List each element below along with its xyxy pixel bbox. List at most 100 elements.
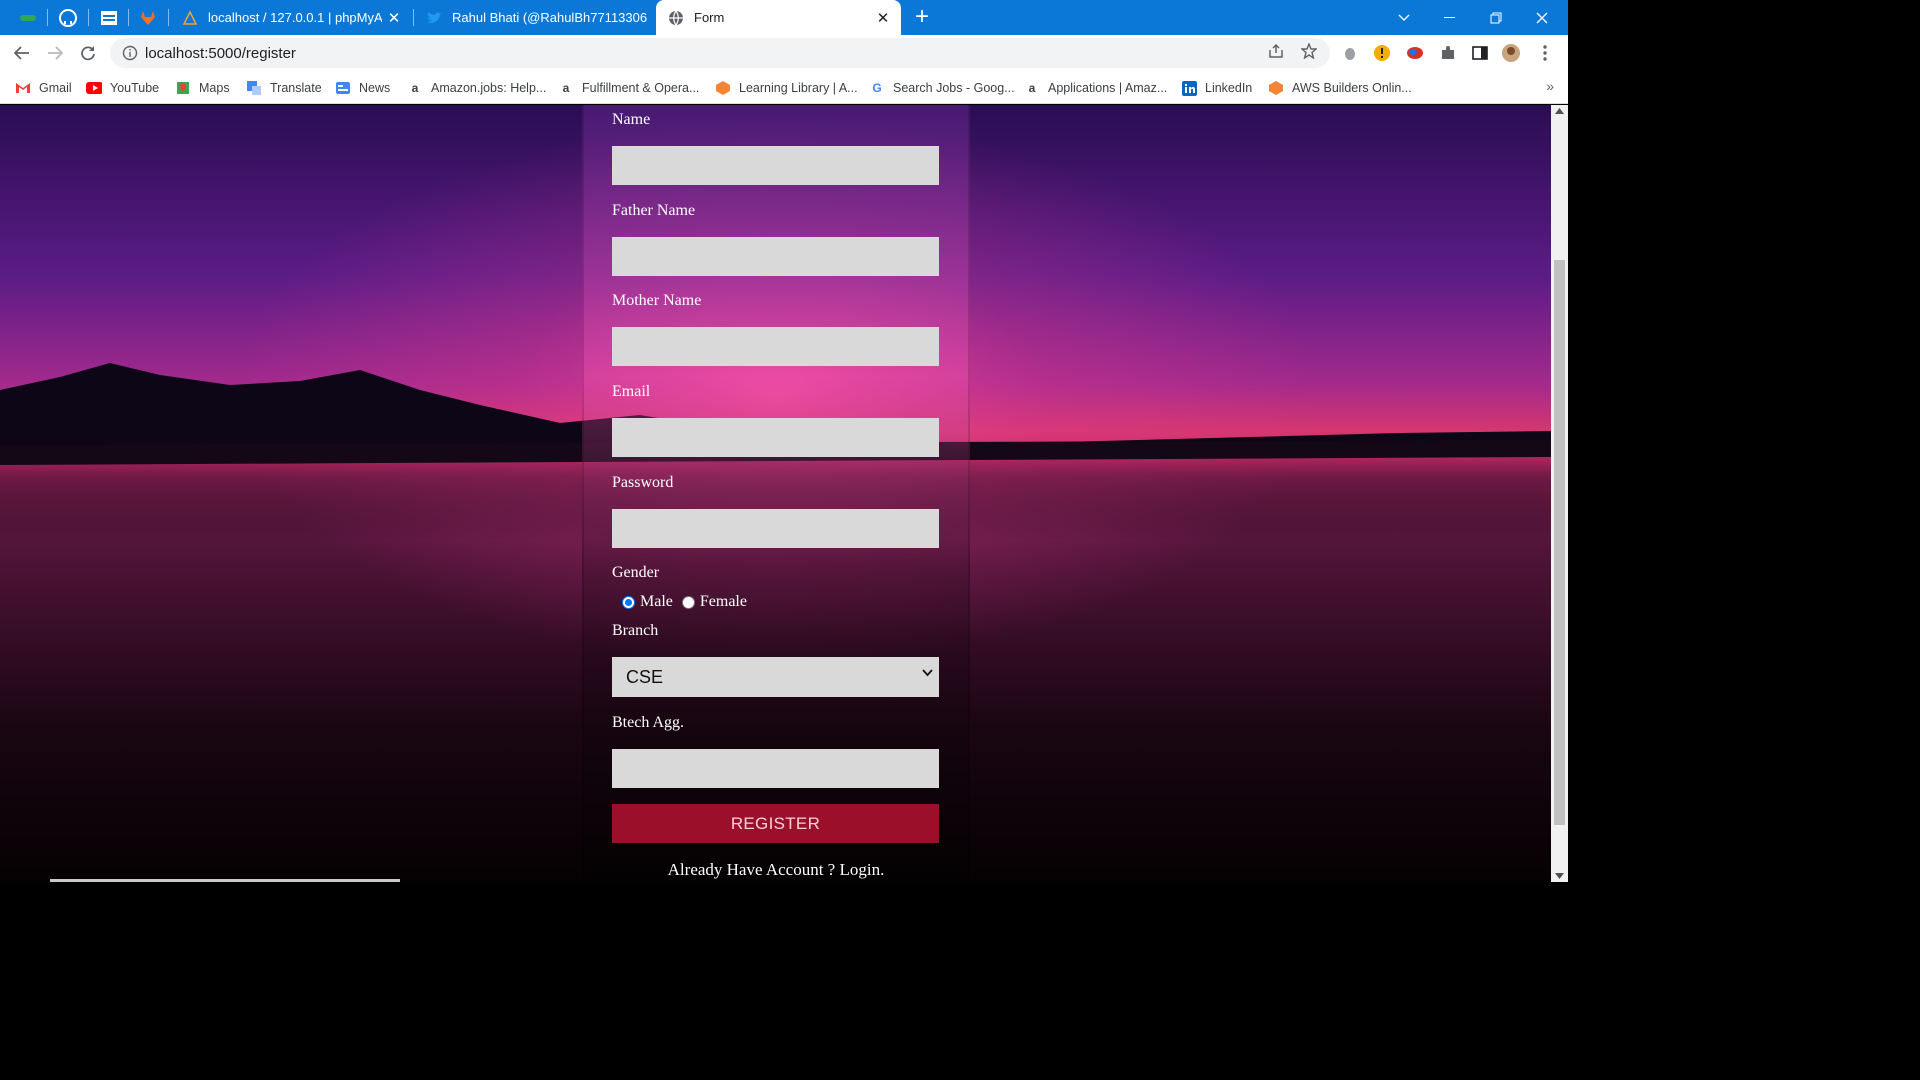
bookmark-linkedin[interactable]: LinkedIn: [1181, 78, 1252, 98]
branch-select[interactable]: CSE: [612, 657, 939, 697]
gender-male-radio[interactable]: [622, 595, 635, 609]
register-form: Name Father Name Mother Name Email Passw…: [582, 105, 970, 882]
bookmark-label: AWS Builders Onlin...: [1292, 81, 1412, 95]
extension-brain-icon[interactable]: [1401, 39, 1429, 67]
reload-icon[interactable]: [74, 39, 102, 67]
name-label: Name: [612, 111, 651, 128]
bookmark-news[interactable]: News: [335, 78, 390, 98]
minimize-icon[interactable]: [1427, 0, 1473, 35]
bookmark-label: Applications | Amaz...: [1048, 81, 1168, 95]
password-label: Password: [612, 474, 674, 491]
branch-selected-value: CSE: [626, 666, 664, 687]
share-icon[interactable]: [1266, 43, 1286, 63]
bookmark-label: YouTube: [110, 81, 160, 95]
gender-female-radio[interactable]: [681, 595, 695, 609]
scroll-up-arrow-icon[interactable]: [1555, 108, 1564, 114]
horizontal-scroll-indicator: [50, 879, 400, 882]
amazon-icon: a: [1028, 81, 1036, 95]
bookmarks-overflow-icon[interactable]: »: [1546, 78, 1554, 94]
bookmark-label: Fulfillment & Opera...: [582, 81, 700, 95]
amazon-icon: a: [411, 81, 419, 95]
email-label: Email: [612, 383, 651, 400]
bookmark-translate[interactable]: Translate: [246, 78, 322, 98]
gitlab-icon: [141, 10, 155, 25]
extension-bug-icon[interactable]: [1336, 39, 1364, 67]
tab-title: localhost / 127.0.0.1 | phpMyAdmin: [208, 10, 382, 25]
gender-female-label: Female: [699, 593, 747, 610]
close-window-icon[interactable]: [1519, 0, 1565, 35]
vertical-scrollbar[interactable]: [1551, 105, 1568, 882]
bookmark-label: Maps: [199, 81, 230, 95]
pinned-tab-github[interactable]: [48, 0, 88, 35]
close-tab-icon[interactable]: ✕: [871, 9, 895, 27]
bookmark-amazon-jobs[interactable]: a Amazon.jobs: Help...: [407, 78, 547, 98]
bookmark-star-icon[interactable]: [1299, 42, 1319, 63]
tab-phpmyadmin[interactable]: localhost / 127.0.0.1 | phpMyAdmin ✕: [170, 0, 412, 35]
register-button[interactable]: REGISTER: [612, 804, 939, 843]
scrollbar-thumb[interactable]: [1554, 260, 1565, 825]
btech-agg-input[interactable]: [612, 749, 939, 788]
aws-icon: [1268, 80, 1284, 96]
news-icon: [335, 80, 351, 96]
gender-label: Gender: [612, 564, 660, 581]
bookmark-label: Translate: [270, 81, 322, 95]
tab-title: Rahul Bhati (@RahulBh77113306: [452, 10, 648, 25]
profile-avatar[interactable]: [1497, 39, 1525, 67]
bookmark-youtube[interactable]: YouTube: [86, 78, 159, 98]
bookmark-learning-library[interactable]: Learning Library | A...: [715, 78, 858, 98]
page-viewport: Name Father Name Mother Name Email Passw…: [0, 105, 1551, 882]
bookmark-label: News: [359, 81, 391, 95]
app-icon: [20, 14, 36, 21]
name-input[interactable]: [612, 146, 939, 185]
amazon-icon: a: [562, 81, 570, 95]
bookmark-applications[interactable]: a Applications | Amaz...: [1024, 78, 1168, 98]
translate-icon: [246, 80, 262, 96]
bookmark-search-jobs[interactable]: G Search Jobs - Goog...: [869, 78, 1015, 98]
tab-search-icon[interactable]: [1381, 0, 1427, 35]
restore-icon[interactable]: [1473, 0, 1519, 35]
new-tab-button[interactable]: +: [908, 4, 936, 32]
mother-name-input[interactable]: [612, 327, 939, 366]
tab-form[interactable]: Form ✕: [656, 0, 901, 35]
menu-kebab-icon[interactable]: [1531, 39, 1559, 67]
address-bar[interactable]: localhost:5000/register: [110, 38, 1330, 68]
back-icon[interactable]: [8, 39, 36, 67]
close-tab-icon[interactable]: ✕: [382, 9, 406, 27]
gender-male-label: Male: [640, 593, 673, 610]
url-text: localhost:5000/register: [145, 45, 296, 62]
tab-strip: localhost / 127.0.0.1 | phpMyAdmin ✕ Rah…: [0, 0, 1568, 35]
side-panel-icon[interactable]: [1466, 39, 1494, 67]
google-icon: G: [872, 81, 882, 95]
forward-icon[interactable]: [41, 39, 69, 67]
site-info-icon[interactable]: [122, 45, 138, 61]
login-link[interactable]: Already Have Account ? Login.: [582, 860, 970, 880]
browser-toolbar: localhost:5000/register: [0, 35, 1568, 72]
bookmark-label: LinkedIn: [1205, 81, 1253, 95]
bookmark-fulfillment[interactable]: a Fulfillment & Opera...: [558, 78, 700, 98]
pinned-tab-1[interactable]: [8, 0, 48, 35]
aws-icon: [715, 80, 731, 96]
linkedin-icon: [1181, 80, 1197, 96]
twitter-icon: [426, 10, 442, 26]
bookmark-maps[interactable]: Maps: [175, 78, 230, 98]
tab-separator: [168, 9, 169, 26]
github-icon: [59, 8, 77, 27]
gmail-icon: [15, 80, 31, 96]
maps-icon: [175, 80, 191, 96]
email-input[interactable]: [612, 418, 939, 457]
extensions-puzzle-icon[interactable]: [1434, 39, 1462, 67]
extension-warning-icon[interactable]: [1368, 39, 1396, 67]
calendar-icon: [101, 10, 117, 25]
bookmark-gmail[interactable]: Gmail: [15, 78, 72, 98]
father-name-input[interactable]: [612, 237, 939, 276]
bookmarks-bar: Gmail YouTube Maps Translate News a Amaz…: [0, 72, 1568, 104]
pinned-tab-gitlab[interactable]: [128, 0, 168, 35]
scroll-down-arrow-icon[interactable]: [1555, 873, 1564, 879]
tab-twitter[interactable]: Rahul Bhati (@RahulBh77113306: [414, 0, 654, 35]
bookmark-aws-builders[interactable]: AWS Builders Onlin...: [1268, 78, 1412, 98]
bookmark-label: Search Jobs - Goog...: [893, 81, 1015, 95]
branch-label: Branch: [612, 622, 659, 639]
tab-title: Form: [694, 10, 725, 25]
pinned-tab-calendar[interactable]: [89, 0, 129, 35]
password-input[interactable]: [612, 509, 939, 548]
